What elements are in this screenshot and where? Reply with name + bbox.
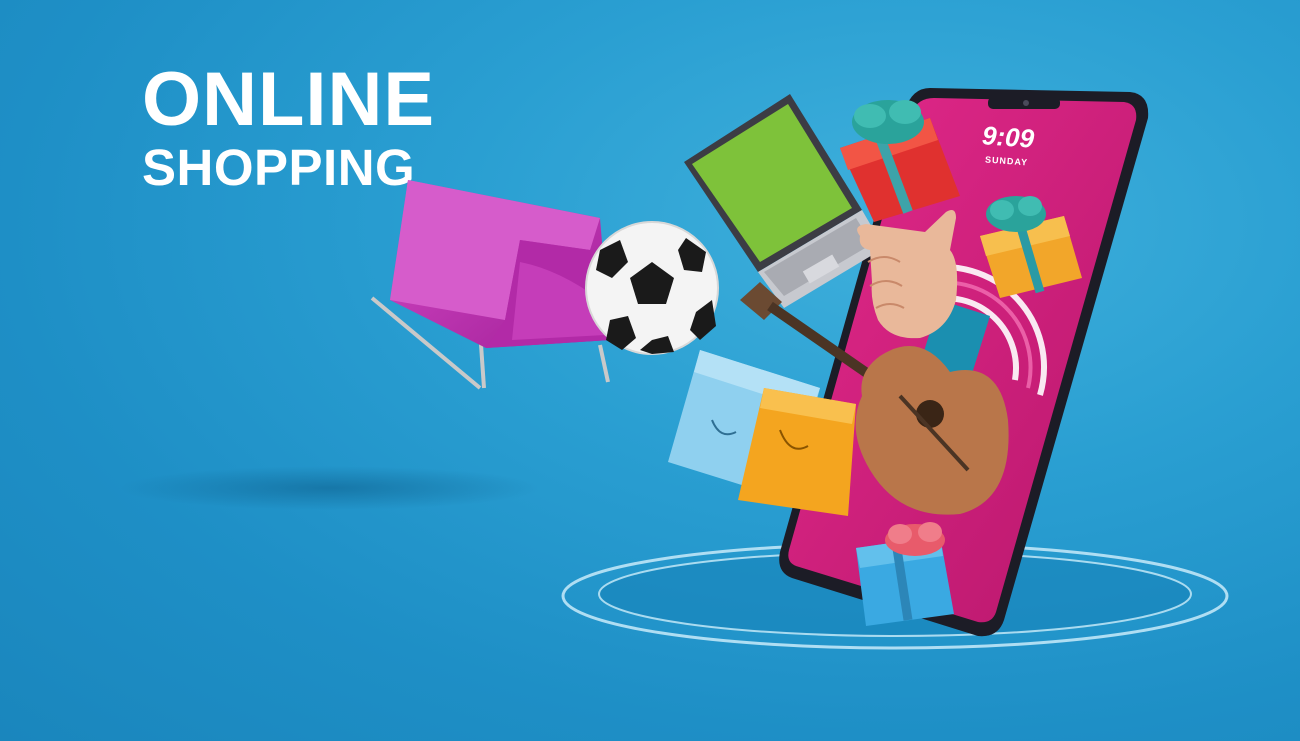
soccer-ball-icon xyxy=(585,221,719,355)
illustration-canvas: ONLINE SHOPPING 9:09 SUNDAY xyxy=(0,0,1300,741)
sofa-shadow xyxy=(120,466,540,510)
scene-artwork xyxy=(120,88,1229,650)
sofa-icon xyxy=(370,180,610,390)
phone-clock: 9:09 xyxy=(981,120,1036,154)
